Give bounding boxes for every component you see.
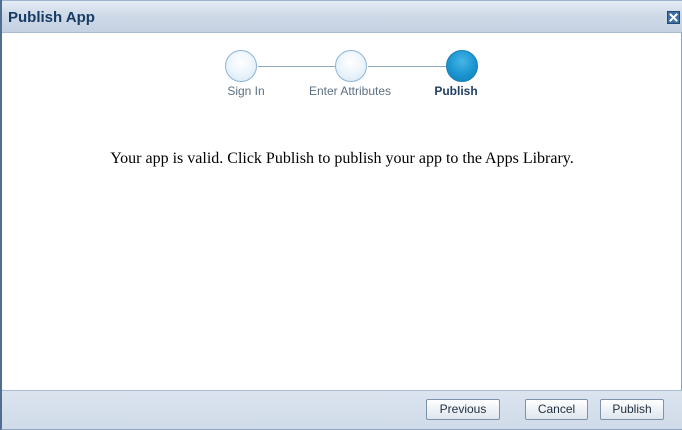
cancel-button[interactable]: Cancel (525, 399, 588, 420)
publish-app-dialog: Publish App Sign In Enter Attributes Pub… (0, 0, 682, 430)
step-train: Sign In Enter Attributes Publish (222, 48, 492, 108)
step-publish-label: Publish (434, 84, 478, 98)
dialog-title: Publish App (8, 9, 95, 26)
validation-message: Your app is valid. Click Publish to publ… (110, 150, 574, 167)
step-enter-attributes-label[interactable]: Enter Attributes (309, 84, 391, 98)
step-sign-in-label[interactable]: Sign In (227, 84, 264, 98)
close-icon[interactable] (667, 11, 680, 24)
dialog-title-bar[interactable]: Publish App (2, 0, 682, 33)
step-publish-circle (446, 50, 478, 82)
step-connector (258, 66, 337, 67)
step-enter-attributes-circle[interactable] (335, 50, 367, 82)
publish-button[interactable]: Publish (600, 399, 664, 420)
dialog-footer: Previous Cancel Publish (2, 390, 682, 429)
step-connector (368, 66, 447, 67)
previous-button[interactable]: Previous (426, 399, 500, 420)
step-sign-in-circle[interactable] (225, 50, 257, 82)
